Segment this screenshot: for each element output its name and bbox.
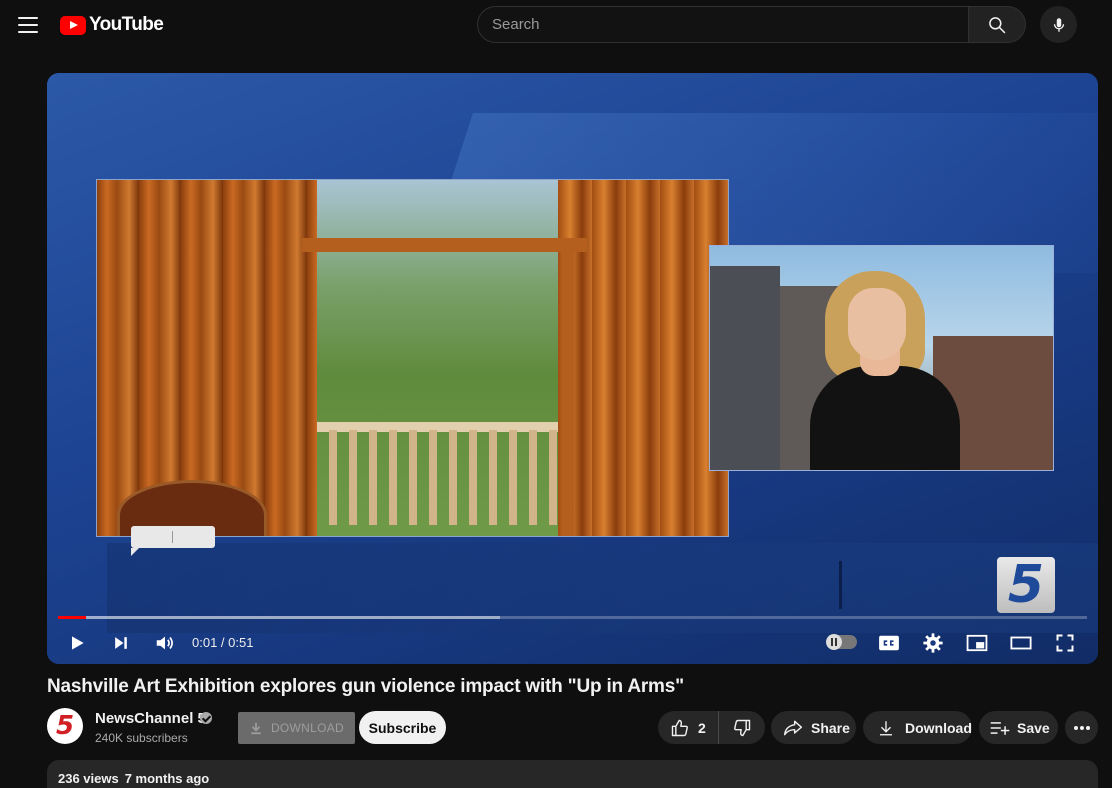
more-actions-button[interactable] [1065,711,1098,744]
upload-age: 7 months ago [124,771,210,786]
channel-avatar[interactable]: 5 [47,708,83,744]
voice-search-button[interactable] [1040,6,1077,43]
extension-download-button[interactable]: DOWNLOAD [238,712,355,744]
autoplay-toggle[interactable] [826,634,857,650]
search-input[interactable] [477,6,968,43]
theater-mode-icon [1010,636,1032,650]
station-logo: 5 [997,557,1055,613]
progress-bar[interactable] [58,616,1087,619]
youtube-play-icon [60,15,86,35]
fullscreen-icon [1056,634,1074,652]
share-button[interactable]: Share [771,711,856,744]
progress-loaded [58,616,501,619]
volume-button[interactable] [147,627,183,659]
duration: 0:51 [228,635,254,650]
download-icon [251,722,261,735]
fullscreen-button[interactable] [1047,627,1083,659]
channel-name[interactable]: NewsChannel 5 [95,710,206,727]
search-bar [477,6,1026,43]
miniplayer-icon [966,634,988,652]
view-count: 236 views [58,771,119,786]
microphone-icon [1053,17,1064,32]
next-icon [115,637,127,649]
miniplayer-button[interactable] [959,627,995,659]
dislike-button[interactable] [719,711,765,744]
current-time: 0:01 [192,635,218,650]
share-icon [783,720,803,735]
download-icon [880,720,892,735]
gear-icon [923,633,943,653]
verified-icon [200,712,212,724]
menu-icon[interactable] [16,14,40,36]
thumbs-up-icon [671,719,688,736]
subscriber-count: 240K subscribers [95,731,188,745]
search-button[interactable] [968,6,1026,43]
more-horizontal-icon [1073,725,1090,730]
play-icon [72,636,84,650]
subscribe-button[interactable]: Subscribe [359,711,446,744]
like-dislike-group: 2 [658,711,765,744]
description-box[interactable]: 236 views 7 months ago [47,760,1098,788]
add-to-playlist-icon [990,721,1010,735]
next-button[interactable] [103,627,139,659]
time-display: 0:01 / 0:51 [192,635,254,650]
theater-mode-button[interactable] [1003,627,1039,659]
settings-button[interactable] [915,627,951,659]
video-player[interactable]: 5 0:01 / 0:51 [47,73,1098,664]
youtube-logo[interactable]: YouTube [60,13,164,37]
logo-text: YouTube [89,14,164,35]
save-button[interactable]: Save [979,711,1058,744]
like-button[interactable]: 2 [658,711,719,744]
thumbs-down-icon [733,719,751,736]
download-button[interactable]: Download [863,711,972,744]
video-inset-anchor [709,245,1054,471]
masthead: YouTube [0,0,1112,52]
subtitles-button[interactable] [871,627,907,659]
like-count: 2 [698,719,706,736]
cc-icon [879,635,899,651]
lower-third-caption [131,526,215,556]
video-title: Nashville Art Exhibition explores gun vi… [47,676,684,697]
player-controls: 0:01 / 0:51 [47,625,1098,661]
play-button[interactable] [59,627,95,659]
video-inset-left [96,179,729,537]
volume-icon [156,636,173,650]
search-icon [989,16,1006,33]
progress-played [58,616,86,619]
